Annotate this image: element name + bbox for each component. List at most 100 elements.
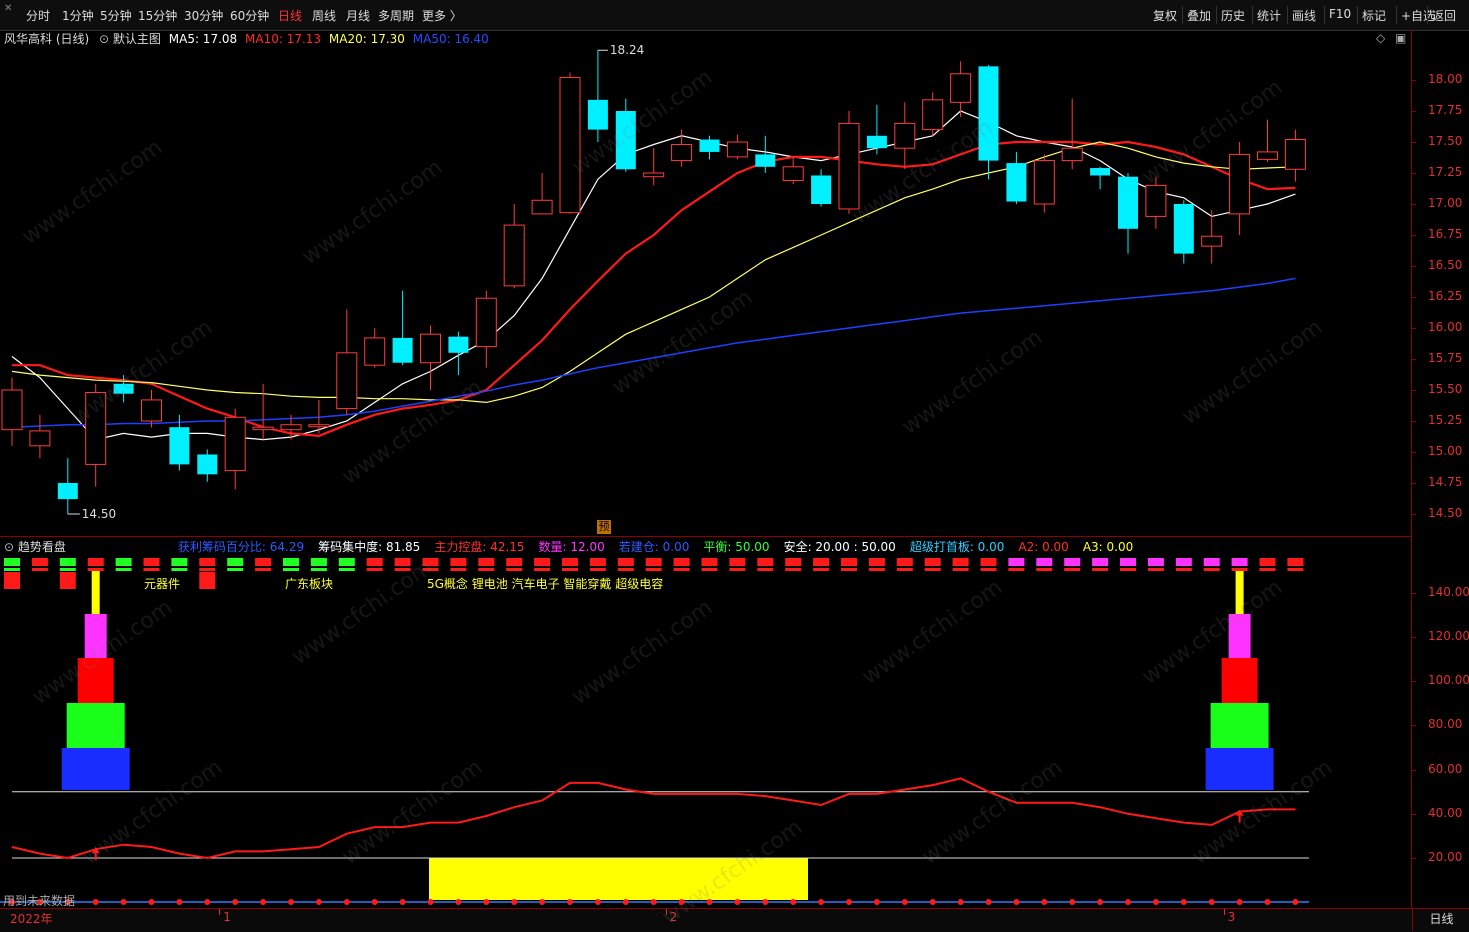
candle[interactable] bbox=[838, 111, 860, 214]
candle[interactable] bbox=[1, 377, 23, 446]
candle[interactable] bbox=[755, 135, 776, 173]
strip-bottom-marker bbox=[952, 568, 969, 571]
candle[interactable] bbox=[1061, 98, 1083, 170]
candle[interactable] bbox=[1257, 119, 1278, 162]
toolbar-button-2[interactable]: 历史 bbox=[1221, 7, 1245, 24]
period-tab-0[interactable]: 分时 bbox=[26, 7, 50, 24]
candlestick-chart[interactable]: 18.24 14.50 bbox=[0, 30, 1411, 536]
candle[interactable] bbox=[224, 408, 246, 490]
candle[interactable] bbox=[475, 290, 497, 368]
toolbar-button-4[interactable]: 画线 bbox=[1292, 7, 1316, 24]
price-tick-mark bbox=[1411, 80, 1416, 81]
candle[interactable] bbox=[922, 92, 944, 136]
candle[interactable] bbox=[643, 148, 665, 186]
indicator-tick-label: 40.00 bbox=[1428, 805, 1463, 820]
toolbar-button-7[interactable]: +自选 bbox=[1401, 7, 1435, 24]
strip-top-marker bbox=[255, 558, 272, 566]
candle[interactable] bbox=[1173, 200, 1194, 264]
candle[interactable] bbox=[978, 65, 999, 180]
toolbar-button-1[interactable]: 叠加 bbox=[1187, 7, 1211, 24]
candle[interactable] bbox=[141, 390, 162, 428]
period-tab-3[interactable]: 15分钟 bbox=[138, 7, 177, 24]
strip-top-marker bbox=[1064, 558, 1081, 566]
price-tick-mark bbox=[1411, 328, 1416, 329]
candle[interactable] bbox=[420, 325, 441, 390]
candle[interactable] bbox=[448, 331, 469, 376]
candle[interactable] bbox=[29, 414, 51, 459]
candle[interactable] bbox=[1033, 154, 1055, 213]
candle[interactable] bbox=[197, 449, 218, 482]
candle[interactable] bbox=[364, 328, 386, 368]
strip-bottom-marker bbox=[785, 568, 802, 571]
toolbar-button-3[interactable]: 统计 bbox=[1257, 7, 1281, 24]
forecast-badge[interactable]: 预 bbox=[597, 520, 611, 534]
strip-top-marker bbox=[589, 558, 606, 566]
price-tick-mark bbox=[1411, 111, 1416, 112]
candle[interactable] bbox=[1090, 166, 1111, 190]
price-tick-label: 17.00 bbox=[1428, 196, 1463, 210]
candle-body bbox=[1284, 139, 1306, 170]
candle[interactable] bbox=[1201, 210, 1223, 264]
strip-top-marker bbox=[4, 558, 20, 566]
candle-body bbox=[224, 416, 246, 472]
candle[interactable] bbox=[57, 458, 78, 514]
strip-top-marker bbox=[310, 558, 327, 566]
period-tab-9[interactable]: 多周期 bbox=[378, 7, 414, 24]
candle[interactable] bbox=[615, 98, 636, 172]
period-tab-5[interactable]: 60分钟 bbox=[230, 7, 269, 24]
candle[interactable] bbox=[85, 383, 107, 487]
strip-bottom-marker bbox=[31, 568, 48, 571]
candle[interactable] bbox=[671, 129, 693, 167]
period-tab-2[interactable]: 5分钟 bbox=[100, 7, 132, 24]
candle[interactable] bbox=[503, 204, 525, 289]
candle[interactable] bbox=[336, 309, 358, 415]
period-tab-7[interactable]: 周线 bbox=[312, 7, 336, 24]
strip-bottom-marker bbox=[534, 568, 551, 571]
period-switch-button[interactable]: 日线 bbox=[1412, 909, 1469, 931]
period-tab-1[interactable]: 1分钟 bbox=[62, 7, 94, 24]
baseline-dot bbox=[511, 899, 518, 905]
strip-bottom-marker bbox=[506, 568, 523, 571]
candle[interactable] bbox=[950, 61, 972, 118]
baseline-dot bbox=[483, 899, 490, 905]
candle-body bbox=[280, 424, 302, 431]
baseline-dot bbox=[678, 899, 685, 905]
candle-body bbox=[1257, 151, 1278, 160]
close-icon[interactable]: ✕ bbox=[4, 3, 12, 14]
toolbar-button-8[interactable]: 返回 bbox=[1432, 7, 1456, 24]
candle[interactable] bbox=[699, 135, 720, 160]
strip-top-marker bbox=[896, 558, 913, 566]
candle-body bbox=[1061, 147, 1083, 162]
price-tick-label: 17.25 bbox=[1428, 165, 1463, 179]
candle[interactable] bbox=[894, 102, 916, 170]
period-tab-10[interactable]: 更多 〉 bbox=[422, 7, 462, 24]
candle[interactable] bbox=[866, 104, 887, 155]
baseline-dot bbox=[1013, 899, 1020, 905]
candle[interactable] bbox=[252, 383, 274, 440]
candle[interactable] bbox=[811, 169, 832, 207]
candle[interactable] bbox=[726, 134, 748, 160]
period-tab-6[interactable]: 日线 bbox=[278, 7, 302, 24]
candle[interactable] bbox=[559, 72, 581, 214]
toolbar-button-0[interactable]: 复权 bbox=[1153, 7, 1177, 24]
candle[interactable] bbox=[1229, 142, 1251, 235]
toolbar-button-5[interactable]: F10 bbox=[1329, 7, 1351, 21]
candle[interactable] bbox=[392, 290, 413, 366]
strip-signal-block bbox=[199, 572, 216, 589]
period-tab-8[interactable]: 月线 bbox=[346, 7, 370, 24]
candle[interactable] bbox=[587, 50, 608, 142]
toolbar-button-6[interactable]: 标记 bbox=[1362, 7, 1386, 24]
price-tick-mark bbox=[1411, 173, 1416, 174]
ma-line-ma50 bbox=[11, 277, 1296, 428]
strip-bottom-marker bbox=[757, 568, 774, 571]
candle[interactable] bbox=[782, 156, 804, 185]
period-tab-4[interactable]: 30分钟 bbox=[184, 7, 223, 24]
candle[interactable] bbox=[1118, 173, 1138, 254]
candle[interactable] bbox=[1284, 129, 1306, 182]
candle[interactable] bbox=[1145, 176, 1167, 229]
candle-body bbox=[57, 483, 78, 500]
candle[interactable] bbox=[1006, 151, 1027, 204]
indicator-chart[interactable] bbox=[0, 536, 1411, 908]
candle-body bbox=[85, 391, 107, 465]
candle[interactable] bbox=[531, 173, 553, 215]
